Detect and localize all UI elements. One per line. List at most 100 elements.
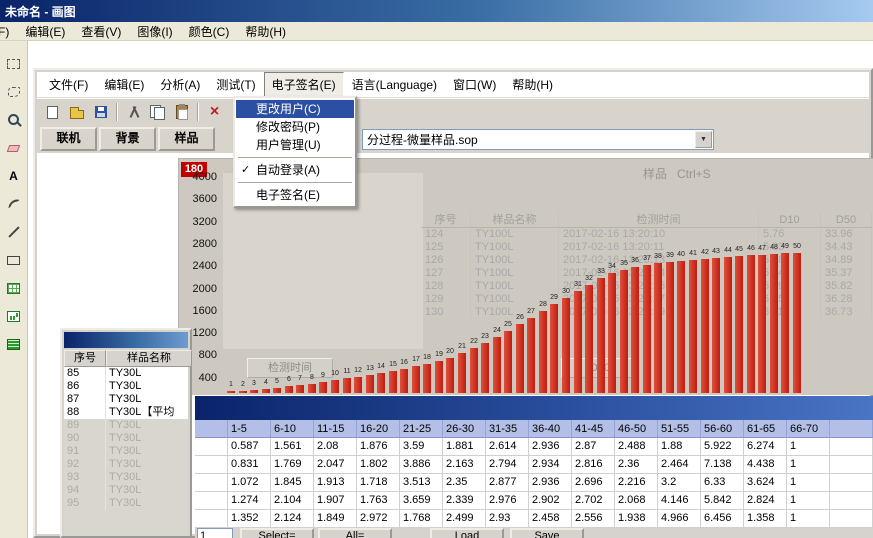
combo-dropdown-arrow-icon[interactable]: ▼ (695, 131, 712, 148)
chart-bar (677, 261, 685, 393)
sample-row[interactable]: 85TY30L (64, 367, 188, 380)
menu-item-2[interactable]: 用户管理(U) (236, 136, 354, 154)
column-header[interactable]: 11-15 (314, 420, 357, 438)
paint-title-bar[interactable]: 未命名 - 画图 (0, 0, 873, 22)
app-menu-test[interactable]: 测试(T) (208, 72, 263, 97)
rectangle-tool-button[interactable] (3, 249, 25, 271)
eraser-tool-button[interactable] (3, 137, 25, 159)
list-green-tool-button[interactable] (3, 333, 25, 355)
cell: TY30L (106, 471, 188, 484)
menu-item-6[interactable]: 电子签名(E) (236, 186, 354, 204)
data-row[interactable]: 0.8311.7692.0471.8023.8862.1632.7942.934… (195, 456, 873, 474)
all-button[interactable]: All= (318, 528, 392, 538)
text-tool-button[interactable] (3, 165, 25, 187)
cell: 1 (787, 510, 830, 528)
cell: 2.08 (314, 438, 357, 456)
column-header[interactable]: 66-70 (787, 420, 830, 438)
cell: 1.763 (357, 492, 400, 510)
app-menu-window[interactable]: 窗口(W) (445, 72, 504, 97)
chart-bar (712, 258, 720, 393)
app-menu-language[interactable]: 语言(Language) (344, 72, 445, 97)
chart-bar (412, 366, 420, 393)
open-folder-button[interactable] (65, 101, 88, 123)
chart-green-tool-button[interactable] (3, 305, 25, 327)
paint-menu-image[interactable]: 图像(I) (129, 22, 180, 41)
cell: 2.87 (572, 438, 615, 456)
column-header[interactable]: 41-45 (572, 420, 615, 438)
select-button[interactable]: Select= (240, 528, 314, 538)
data-row[interactable]: 1.2742.1041.9071.7633.6592.3392.9762.902… (195, 492, 873, 510)
chart-bar (574, 291, 582, 393)
column-header[interactable]: 36-40 (529, 420, 572, 438)
background-button[interactable]: 背景 (99, 127, 156, 151)
new-file-button[interactable] (41, 101, 64, 123)
select-tool-button[interactable] (3, 53, 25, 75)
app-menu-file[interactable]: 文件(F) (41, 72, 96, 97)
menu-item-4[interactable]: ✓自动登录(A) (236, 161, 354, 179)
cell: 1.913 (314, 474, 357, 492)
column-header[interactable]: 31-35 (486, 420, 529, 438)
column-header[interactable]: 21-25 (400, 420, 443, 438)
column-header[interactable]: 1-5 (228, 420, 271, 438)
list-green-icon (7, 339, 20, 350)
chart-bar (239, 391, 247, 393)
online-button[interactable]: 联机 (40, 127, 97, 151)
sample-row[interactable]: 88TY30L【平均 (64, 406, 188, 419)
cell: TY30L (106, 458, 188, 471)
paint-menu-help[interactable]: 帮助(H) (237, 22, 294, 41)
cell: 2.35 (443, 474, 486, 492)
app-menu-help[interactable]: 帮助(H) (504, 72, 561, 97)
copy-icon (150, 105, 165, 119)
sample-row[interactable]: 87TY30L (64, 393, 188, 406)
sop-combobox[interactable]: 分过程-微量样品.sop ▼ (362, 129, 714, 150)
app-standard-toolbar (37, 98, 869, 125)
sample-button[interactable]: 样品 (158, 127, 215, 151)
cell-cut (830, 456, 873, 474)
chart-bar (689, 260, 697, 393)
chart-bar-label: 28 (536, 301, 550, 309)
chart-bar (262, 389, 270, 393)
data-row[interactable]: 1.0721.8451.9131.7183.5132.352.8772.9362… (195, 474, 873, 492)
column-header[interactable]: 16-20 (357, 420, 400, 438)
app-menu-edit[interactable]: 编辑(E) (96, 72, 152, 97)
load-button[interactable]: Load (430, 528, 504, 538)
copy-button[interactable] (146, 101, 169, 123)
save-button[interactable]: Save (510, 528, 584, 538)
line-tool-button[interactable] (3, 221, 25, 243)
data-table-rows: 0.5871.5612.081.8763.591.8812.6142.9362.… (195, 438, 873, 528)
app-menu-analysis[interactable]: 分析(A) (152, 72, 208, 97)
column-header[interactable]: 26-30 (443, 420, 486, 438)
paint-menu-colors[interactable]: 颜色(C) (181, 22, 238, 41)
cell: TY30L (106, 380, 188, 393)
cell-cut (830, 492, 873, 510)
column-header[interactable]: 51-55 (658, 420, 701, 438)
paint-menu-edit[interactable]: 编辑(E) (17, 22, 73, 41)
curve-tool-button[interactable] (3, 193, 25, 215)
menu-item-0[interactable]: 更改用户(C) (236, 100, 354, 118)
menu-item-1[interactable]: 修改密码(P) (236, 118, 354, 136)
data-table-title-bar[interactable] (195, 396, 873, 420)
delete-button[interactable] (203, 101, 226, 123)
data-row[interactable]: 0.5871.5612.081.8763.591.8812.6142.9362.… (195, 438, 873, 456)
y-tick-label: 2400 (179, 260, 217, 272)
zoom-tool-button[interactable] (3, 109, 25, 131)
paint-menu-file[interactable]: 文件(F) (0, 22, 17, 41)
free-select-tool-button[interactable] (3, 81, 25, 103)
chart-bar (504, 331, 512, 393)
column-header[interactable]: 6-10 (271, 420, 314, 438)
data-row[interactable]: 1.3522.1241.8492.9721.7682.4992.932.4582… (195, 510, 873, 528)
sample-row[interactable]: 86TY30L (64, 380, 188, 393)
column-header[interactable]: 56-60 (701, 420, 744, 438)
row-count-input[interactable] (197, 528, 233, 538)
paint-menu-view[interactable]: 查看(V) (73, 22, 129, 41)
grid-green-tool-button[interactable] (3, 277, 25, 299)
save-button[interactable] (89, 101, 112, 123)
cell: 95 (64, 497, 106, 510)
app-menu-esignature[interactable]: 电子签名(E) (264, 72, 344, 97)
cut-button[interactable] (122, 101, 145, 123)
paste-button[interactable] (170, 101, 193, 123)
column-header[interactable]: 61-65 (744, 420, 787, 438)
column-header[interactable]: 46-50 (615, 420, 658, 438)
chart-bar (273, 388, 281, 393)
sample-list-title-bar[interactable] (64, 332, 188, 348)
